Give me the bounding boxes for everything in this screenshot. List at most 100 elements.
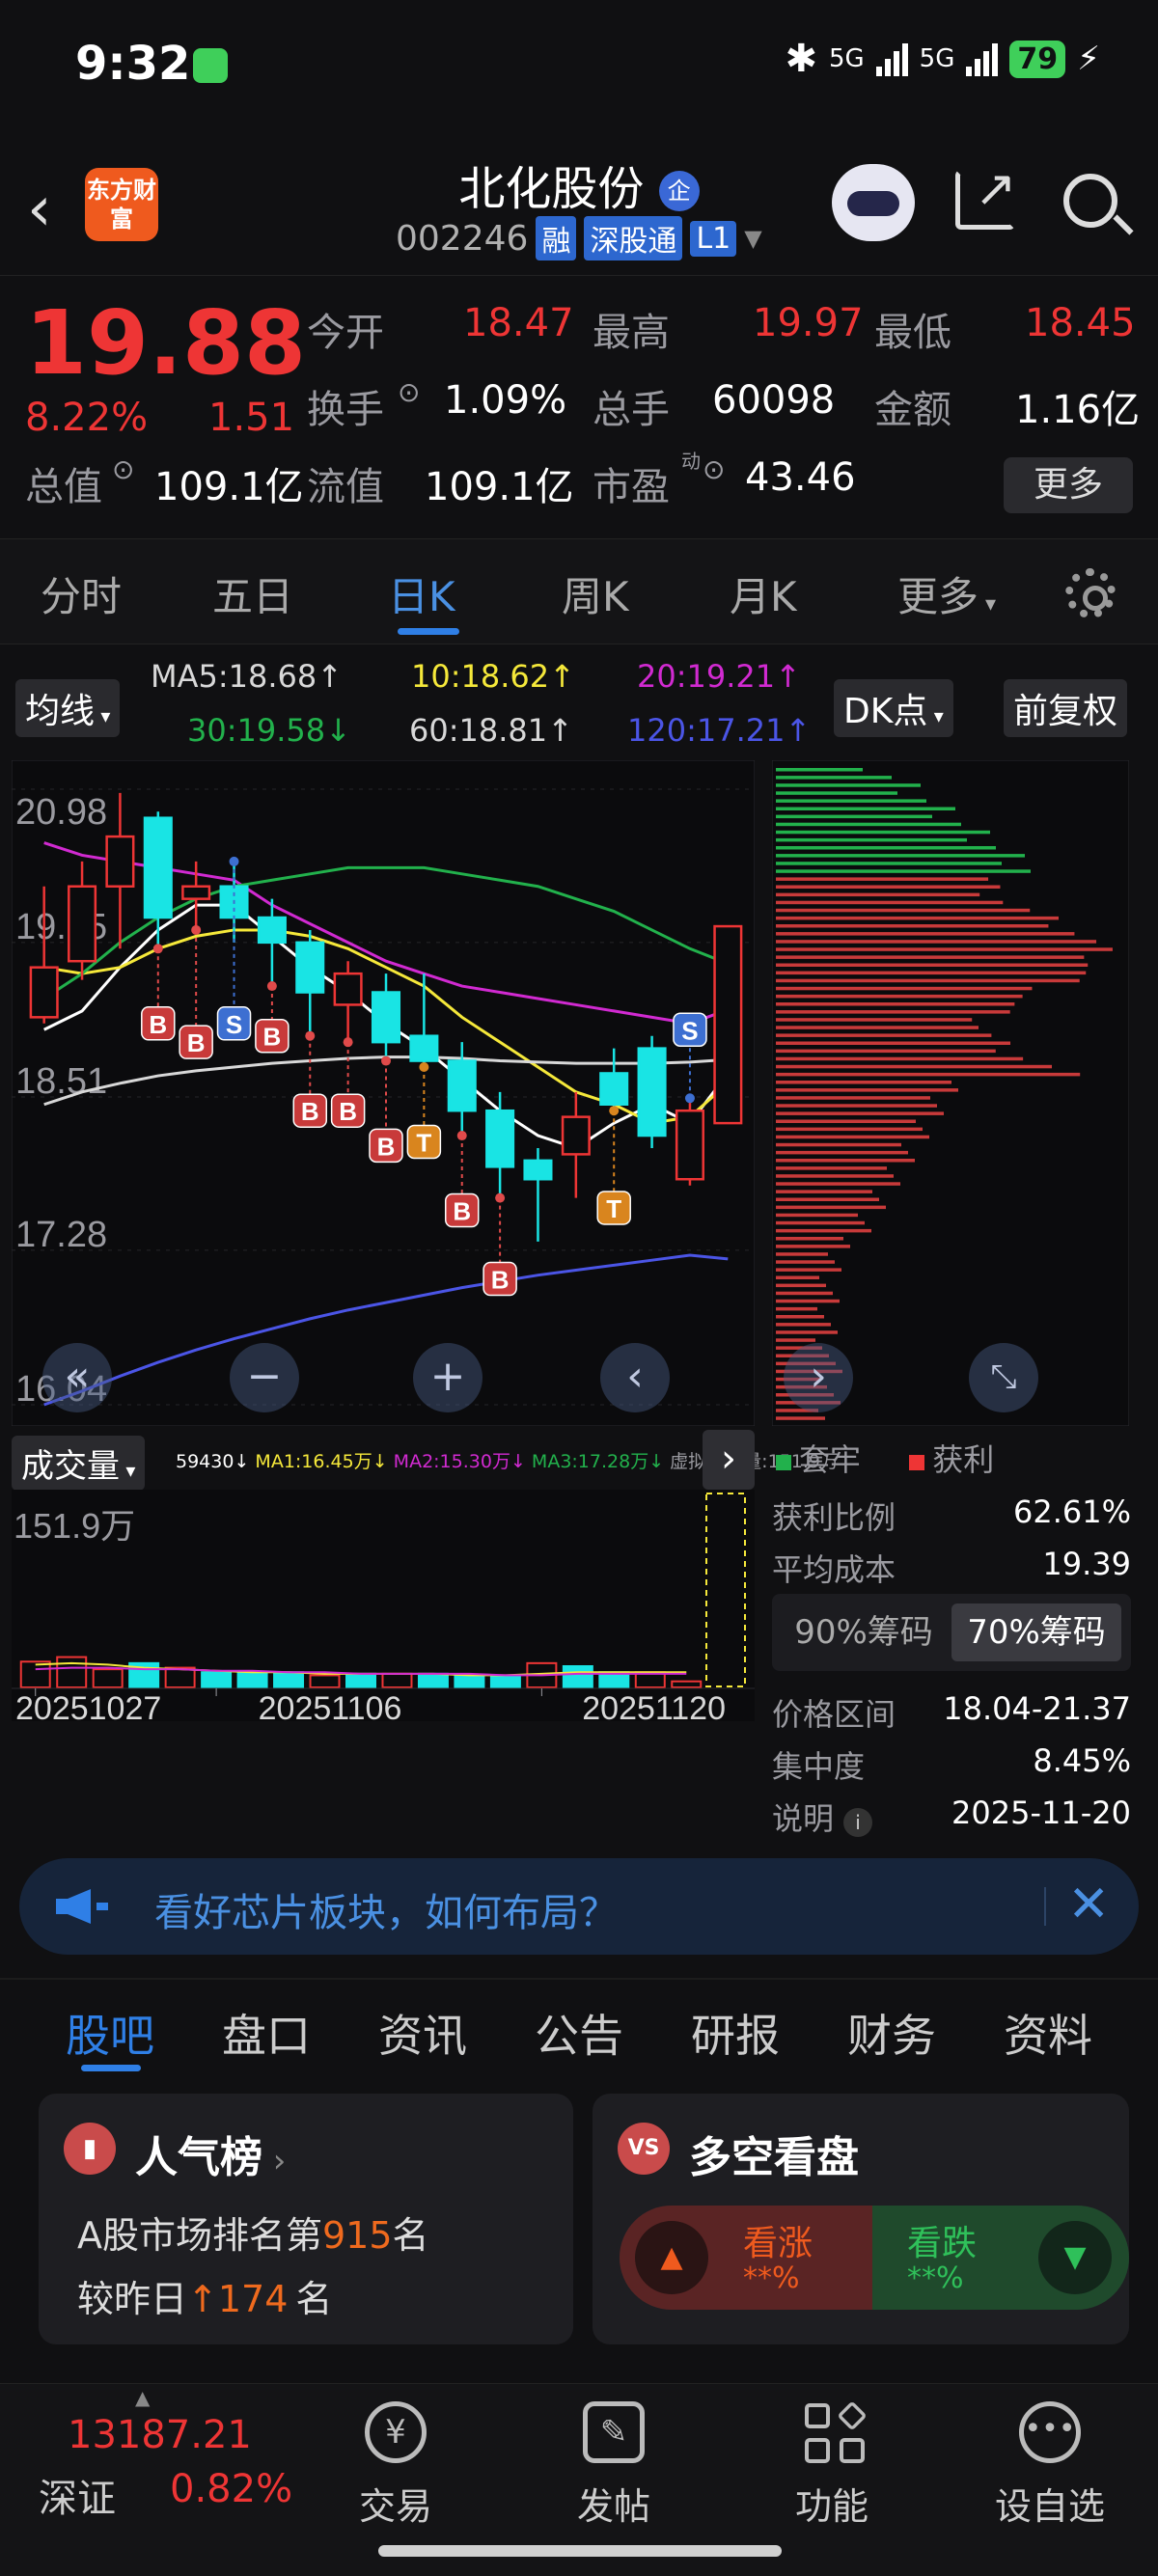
chip-bar [776, 854, 1025, 858]
tab-daily-k[interactable]: 日K [388, 564, 455, 623]
vote-bar: ▲ 看涨 **% 看跌 **% ▼ [620, 2206, 1129, 2310]
chip-70-button[interactable]: 70%筹码 [951, 1603, 1121, 1661]
tab-intraday[interactable]: 分时 [41, 564, 122, 623]
bearish-vote[interactable]: 看跌 **% ▼ [872, 2206, 1129, 2310]
tab-news[interactable]: 资讯 [378, 2001, 467, 2065]
bullish-vote[interactable]: ▲ 看涨 **% [620, 2206, 872, 2310]
tab-order-book[interactable]: 盘口 [222, 2001, 311, 2065]
marker-dot [343, 1037, 353, 1048]
rank-change-number: 174 [217, 2278, 289, 2320]
tab-forum[interactable]: 股吧 [66, 2001, 154, 2065]
info-icon[interactable]: ⊙ [398, 376, 420, 408]
network-label-1: 5G [828, 44, 865, 73]
adjust-dropdown[interactable]: 前复权 [1004, 679, 1128, 737]
open-label: 今开 [307, 311, 384, 355]
assistant-robot-icon[interactable] [832, 164, 915, 241]
volume-dropdown[interactable]: 成交量 ▾ [12, 1436, 146, 1491]
tab-monthly-k[interactable]: 月K [730, 564, 797, 623]
quote-panel: 19.88 8.22% 1.51 今开 18.47 最高 19.97 最低 18… [0, 275, 1158, 535]
nav-functions[interactable]: 功能 [764, 2400, 899, 2530]
close-icon[interactable]: ✕ [1067, 1876, 1110, 1933]
candle [68, 885, 97, 963]
tab-weekly-k[interactable]: 周K [562, 564, 629, 623]
dk-dropdown[interactable]: DK点 ▾ [834, 679, 953, 737]
candle [371, 991, 401, 1044]
nav-add-watchlist[interactable]: ••• 设自选 [982, 2401, 1117, 2530]
nav-post[interactable]: ✎ 发帖 [546, 2401, 681, 2530]
tab-more[interactable]: 更多 ▾ [897, 564, 996, 623]
scroll-right-icon[interactable]: › [784, 1343, 853, 1412]
tag-connect: 深股通 [584, 216, 683, 260]
promo-banner[interactable]: 看好芯片板块，如何布局？ ✕ [19, 1858, 1139, 1955]
enterprise-badge[interactable]: 企 [658, 171, 700, 211]
info-icon[interactable]: ⊙ [112, 453, 134, 485]
volume-chart[interactable]: 151.9万 20251027 20251106 20251120 [12, 1490, 755, 1721]
marker-dot [305, 1030, 316, 1041]
stock-subtitle[interactable]: 002246 融 深股通 L1 ▼ [396, 216, 762, 260]
tab-announcements[interactable]: 公告 [535, 2001, 623, 2065]
chip-bar [776, 1049, 996, 1054]
ma-legend-text: 10:18.62 [411, 658, 550, 695]
scroll-left-icon[interactable]: ‹ [600, 1343, 670, 1412]
concentration-label: 集中度 [772, 1748, 866, 1785]
expand-icon[interactable]: ⤡ [969, 1343, 1038, 1412]
chip-bar [776, 1205, 886, 1210]
volume-bar [489, 1675, 521, 1689]
price-range-row: 价格区间 18.04-21.37 [772, 1690, 1131, 1735]
volume-header: 成交量 ▾ 59430↓ MA1:16.45万↓ MA2:15.30万↓ MA3… [0, 1430, 839, 1491]
chip-info-panel: 套牢 获利 获利比例 62.61% 平均成本 19.39 90%筹码 70%筹码 价… [772, 1436, 1139, 1841]
marker-dot [191, 924, 202, 935]
index-ticker[interactable]: ▲ 13187.21 深证 0.82% [0, 2384, 309, 2538]
nav-trade-label: 交易 [358, 2485, 432, 2528]
volume-legend-arrow: ↓ [510, 1451, 526, 1472]
expand-indicators-icon[interactable]: › [703, 1430, 755, 1490]
candle [105, 835, 135, 888]
plus-icon[interactable]: + [413, 1343, 482, 1412]
chip-bar [776, 1159, 915, 1163]
change-percent: 8.22% [25, 396, 149, 440]
minus-icon[interactable]: − [230, 1343, 299, 1412]
low-value: 18.45 [1025, 301, 1136, 345]
search-icon[interactable] [1063, 174, 1117, 228]
rank-suffix: 名 [392, 2214, 429, 2257]
chip-bar [776, 932, 1075, 936]
chevron-right-icon: › [262, 2142, 287, 2180]
bearish-value: **% [907, 2261, 964, 2295]
kline-chart[interactable]: 20.9819.7518.5117.2816.04BBS BB BB TBBTS [12, 760, 755, 1426]
tab-research[interactable]: 研报 [691, 2001, 780, 2065]
info-icon[interactable]: i [843, 1808, 873, 1837]
info-icon[interactable]: ⊙ [703, 453, 725, 485]
chip-bar [776, 940, 1097, 944]
gear-icon[interactable] [1065, 568, 1116, 618]
popularity-title-text: 人气榜 [135, 2133, 262, 2182]
more-button[interactable]: 更多 [1004, 457, 1133, 513]
chip-bar [776, 1299, 840, 1303]
chip-bar [776, 1150, 908, 1155]
network-label-2: 5G [919, 44, 955, 73]
marker-dot [266, 981, 277, 992]
marker-dot [229, 856, 239, 866]
popularity-card[interactable]: ▮ 人气榜 › A股市场排名第915名 较昨日↑174 名 [39, 2094, 573, 2344]
tab-profile[interactable]: 资料 [1004, 2001, 1092, 2065]
stock-name: 北化股份 [458, 162, 645, 216]
chip-bar [776, 994, 1023, 999]
candle [675, 1109, 704, 1181]
description-row[interactable]: 说明 i 2025-11-20 [772, 1795, 1131, 1839]
vs-icon: VS [618, 2123, 670, 2175]
tab-five-day[interactable]: 五日 [212, 564, 293, 623]
volume-legend-item: MA3:17.28万↓ [532, 1451, 664, 1472]
chevron-down-icon: ▼ [744, 225, 762, 252]
ma5-legend: MA5:18.68↑ [151, 658, 343, 695]
stock-header: ‹ 东方财富 北化股份 企 002246 融 深股通 L1 ▼ ↗ [0, 135, 1158, 275]
chip-90-button[interactable]: 90%筹码 [782, 1603, 946, 1661]
signal-marker-label: B [301, 1097, 319, 1126]
chip-bar [776, 1323, 831, 1327]
long-short-card[interactable]: VS 多空看盘 ▲ 看涨 **% 看跌 **% ▼ [593, 2094, 1129, 2344]
ma-dropdown[interactable]: 均线 ▾ [15, 679, 121, 737]
zoom-out-far-icon[interactable]: « [42, 1343, 112, 1412]
tab-financials[interactable]: 财务 [847, 2001, 936, 2065]
chip-bar [776, 1268, 841, 1272]
volume-legend-text: MA2:15.30万 [393, 1451, 510, 1472]
ma-legend-text: 60:18.81 [409, 712, 548, 749]
nav-trade[interactable]: ¥ 交易 [328, 2401, 463, 2530]
